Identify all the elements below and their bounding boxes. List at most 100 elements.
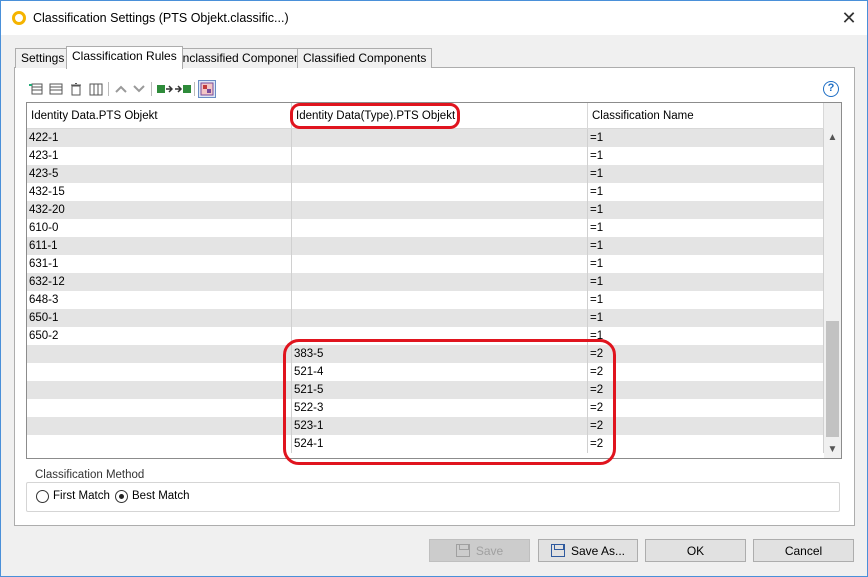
cell-identity-data-type[interactable]: 522-3 xyxy=(292,399,588,417)
cell-identity-data[interactable] xyxy=(27,363,292,381)
cell-identity-data[interactable] xyxy=(27,435,292,453)
scrollbar-thumb[interactable] xyxy=(826,321,839,437)
cell-identity-data-type[interactable] xyxy=(292,165,588,183)
column-header-classification-name[interactable]: Classification Name xyxy=(588,103,824,129)
cell-classification-name[interactable]: =2 xyxy=(588,417,824,435)
help-icon[interactable]: ? xyxy=(823,81,839,97)
insert-row-icon[interactable] xyxy=(47,80,65,98)
table-row[interactable]: 522-3 =2 xyxy=(27,399,824,417)
cell-classification-name[interactable]: =1 xyxy=(588,327,824,345)
radio-best-match[interactable]: Best Match xyxy=(115,489,190,503)
save-as-button[interactable]: Save As... xyxy=(538,539,638,562)
radio-first-match-circle[interactable] xyxy=(36,489,49,503)
cell-identity-data-type[interactable] xyxy=(292,291,588,309)
cell-identity-data[interactable]: 432-20 xyxy=(27,201,292,219)
scroll-down-arrow-icon[interactable]: ▼ xyxy=(824,441,841,458)
add-row-icon[interactable] xyxy=(27,80,45,98)
cell-classification-name[interactable]: =1 xyxy=(588,237,824,255)
cell-identity-data-type[interactable] xyxy=(292,147,588,165)
delete-row-icon[interactable] xyxy=(67,80,85,98)
move-down-icon[interactable] xyxy=(130,80,148,98)
cell-identity-data[interactable] xyxy=(27,399,292,417)
cell-classification-name[interactable]: =1 xyxy=(588,273,824,291)
tab-unclassified-components[interactable]: Unclassified Components xyxy=(168,48,317,68)
cell-identity-data[interactable]: 432-15 xyxy=(27,183,292,201)
cell-identity-data-type[interactable] xyxy=(292,219,588,237)
tab-classification-rules[interactable]: Classification Rules xyxy=(66,46,183,69)
cell-classification-name[interactable]: =1 xyxy=(588,255,824,273)
cell-identity-data[interactable]: 631-1 xyxy=(27,255,292,273)
cell-identity-data[interactable]: 422-1 xyxy=(27,129,292,147)
radio-first-match[interactable]: First Match xyxy=(36,489,110,503)
cell-classification-name[interactable]: =1 xyxy=(588,219,824,237)
table-row[interactable]: 648-3 =1 xyxy=(27,291,824,309)
cell-identity-data[interactable]: 632-12 xyxy=(27,273,292,291)
radio-best-match-circle[interactable] xyxy=(115,489,128,503)
cell-identity-data-type[interactable] xyxy=(292,309,588,327)
vertical-scrollbar[interactable]: ▲ ▼ xyxy=(824,103,841,458)
table-row[interactable]: 631-1 =1 xyxy=(27,255,824,273)
tab-settings[interactable]: Settings xyxy=(15,48,71,68)
add-column-icon[interactable] xyxy=(87,80,105,98)
table-row[interactable]: 521-4 =2 xyxy=(27,363,824,381)
table-row[interactable]: 423-1 =1 xyxy=(27,147,824,165)
cell-identity-data-type[interactable]: 524-1 xyxy=(292,435,588,453)
cell-classification-name[interactable]: =2 xyxy=(588,363,824,381)
cell-classification-name[interactable]: =1 xyxy=(588,147,824,165)
cell-identity-data-type[interactable] xyxy=(292,327,588,345)
cell-classification-name[interactable]: =2 xyxy=(588,345,824,363)
table-row[interactable]: 610-0 =1 xyxy=(27,219,824,237)
table-row[interactable]: 423-5 =1 xyxy=(27,165,824,183)
cell-classification-name[interactable]: =1 xyxy=(588,201,824,219)
cell-identity-data-type[interactable]: 521-4 xyxy=(292,363,588,381)
export-icon[interactable] xyxy=(174,80,192,98)
move-up-icon[interactable] xyxy=(112,80,130,98)
table-row[interactable]: 650-1 =1 xyxy=(27,309,824,327)
table-row[interactable]: 521-5 =2 xyxy=(27,381,824,399)
save-button[interactable]: Save xyxy=(429,539,530,562)
cell-classification-name[interactable]: =1 xyxy=(588,183,824,201)
cell-identity-data[interactable]: 423-5 xyxy=(27,165,292,183)
cell-identity-data[interactable]: 610-0 xyxy=(27,219,292,237)
cancel-button[interactable]: Cancel xyxy=(753,539,854,562)
table-row[interactable]: 432-15 =1 xyxy=(27,183,824,201)
table-row[interactable]: 632-12 =1 xyxy=(27,273,824,291)
table-row[interactable]: 650-2 =1 xyxy=(27,327,824,345)
cell-identity-data[interactable]: 611-1 xyxy=(27,237,292,255)
cell-classification-name[interactable]: =2 xyxy=(588,381,824,399)
column-header-identity-data-type[interactable]: Identity Data(Type).PTS Objekt xyxy=(292,103,588,129)
cell-identity-data-type[interactable] xyxy=(292,255,588,273)
cell-identity-data[interactable]: 650-2 xyxy=(27,327,292,345)
cell-classification-name[interactable]: =1 xyxy=(588,309,824,327)
cell-identity-data-type[interactable] xyxy=(292,129,588,147)
cell-identity-data-type[interactable] xyxy=(292,183,588,201)
table-row[interactable]: 383-5 =2 xyxy=(27,345,824,363)
cell-identity-data-type[interactable]: 523-1 xyxy=(292,417,588,435)
cell-identity-data[interactable]: 648-3 xyxy=(27,291,292,309)
cell-identity-data-type[interactable]: 383-5 xyxy=(292,345,588,363)
import-icon[interactable] xyxy=(156,80,174,98)
scroll-up-arrow-icon[interactable]: ▲ xyxy=(824,129,841,146)
cell-classification-name[interactable]: =1 xyxy=(588,291,824,309)
table-row[interactable]: 523-1 =2 xyxy=(27,417,824,435)
cell-classification-name[interactable]: =1 xyxy=(588,165,824,183)
ok-button[interactable]: OK xyxy=(645,539,746,562)
table-row[interactable]: 524-1 =2 xyxy=(27,435,824,453)
cell-classification-name[interactable]: =2 xyxy=(588,399,824,417)
column-header-identity-data[interactable]: Identity Data.PTS Objekt xyxy=(27,103,292,129)
cell-identity-data-type[interactable]: 521-5 xyxy=(292,381,588,399)
cell-identity-data[interactable] xyxy=(27,417,292,435)
cell-identity-data-type[interactable] xyxy=(292,201,588,219)
cell-identity-data-type[interactable] xyxy=(292,273,588,291)
color-settings-icon[interactable] xyxy=(198,80,216,98)
cell-identity-data[interactable] xyxy=(27,381,292,399)
cell-classification-name[interactable]: =2 xyxy=(588,435,824,453)
cell-identity-data-type[interactable] xyxy=(292,237,588,255)
cell-classification-name[interactable]: =1 xyxy=(588,129,824,147)
close-button[interactable]: ✕ xyxy=(837,7,861,29)
table-row[interactable]: 611-1 =1 xyxy=(27,237,824,255)
cell-identity-data[interactable]: 423-1 xyxy=(27,147,292,165)
cell-identity-data[interactable] xyxy=(27,345,292,363)
table-row[interactable]: 432-20 =1 xyxy=(27,201,824,219)
tab-classified-components[interactable]: Classified Components xyxy=(297,48,433,68)
